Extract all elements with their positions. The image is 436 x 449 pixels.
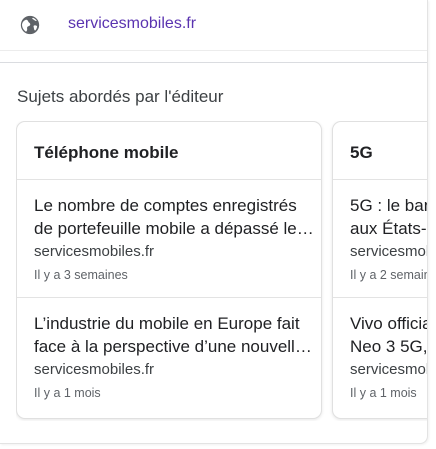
topic-card-header[interactable]: 5G bbox=[333, 122, 427, 180]
topic-card-5g[interactable]: 5G 5G : le bann aux États-U servicesmobi… bbox=[332, 121, 427, 419]
article-time: Il y a 1 mois bbox=[350, 386, 417, 400]
publisher-site-row[interactable]: servicesmobiles.fr bbox=[0, 0, 427, 51]
article-headline[interactable]: 5G : le bann aux États-U bbox=[350, 194, 427, 240]
article-item[interactable]: 5G : le bann aux États-U servicesmobi Il… bbox=[333, 180, 427, 298]
article-item[interactable]: L’industrie du mobile en Europe fait fac… bbox=[17, 298, 321, 416]
article-time: Il y a 3 semaines bbox=[34, 268, 128, 282]
article-item[interactable]: Vivo official Neo 3 5G, 1 servicesmobi I… bbox=[333, 298, 427, 416]
article-time: Il y a 2 semaines bbox=[350, 268, 427, 282]
article-source: servicesmobiles.fr bbox=[34, 361, 155, 378]
globe-icon bbox=[19, 14, 41, 36]
topic-card-telephone-mobile[interactable]: Téléphone mobile Le nombre de comptes en… bbox=[16, 121, 322, 419]
article-headline[interactable]: L’industrie du mobile en Europe fait fac… bbox=[34, 312, 317, 358]
topics-section-title: Sujets abordés par l'éditeur bbox=[17, 87, 224, 106]
article-source: servicesmobi bbox=[350, 243, 427, 260]
topic-card-header[interactable]: Téléphone mobile bbox=[17, 122, 321, 180]
article-time: Il y a 1 mois bbox=[34, 386, 101, 400]
article-item[interactable]: Le nombre de comptes enregistrés de port… bbox=[17, 180, 321, 298]
article-headline[interactable]: Vivo official Neo 3 5G, 1 bbox=[350, 312, 427, 358]
topic-card-title: Téléphone mobile bbox=[34, 143, 179, 162]
publisher-site-link[interactable]: servicesmobiles.fr bbox=[68, 15, 196, 33]
article-source: servicesmobiles.fr bbox=[34, 243, 155, 260]
topics-carousel[interactable]: Téléphone mobile Le nombre de comptes en… bbox=[16, 121, 427, 421]
publisher-panel: servicesmobiles.fr Sujets abordés par l'… bbox=[0, 0, 428, 444]
topic-card-title: 5G bbox=[350, 143, 373, 162]
section-divider bbox=[0, 62, 427, 63]
article-headline[interactable]: Le nombre de comptes enregistrés de port… bbox=[34, 194, 317, 240]
article-source: servicesmobi bbox=[350, 361, 427, 378]
